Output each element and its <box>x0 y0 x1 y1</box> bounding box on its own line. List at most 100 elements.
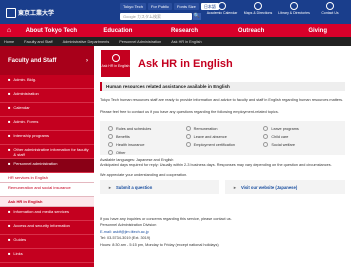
nav-giving[interactable]: Giving <box>284 28 351 34</box>
arrow-icon: ► <box>108 184 112 190</box>
contact-line: Hours: 8:30 am - 5:15 pm, Monday to Frid… <box>100 242 219 247</box>
bullet-icon <box>108 126 113 131</box>
shortcut-calendar[interactable]: Academic Calendar <box>204 2 240 22</box>
topic-item: Other <box>108 150 182 155</box>
utility-tokyo-tech[interactable]: Tokyo Tech <box>120 3 146 10</box>
person-icon <box>111 54 120 62</box>
nav-education[interactable]: Education <box>85 28 152 34</box>
bullet-icon <box>108 134 113 139</box>
topic-label: Social welfare <box>271 142 295 147</box>
topic-label: Remuneration <box>193 126 218 131</box>
section-heading: Human resources related assistance avail… <box>100 82 345 91</box>
map-icon <box>254 2 262 10</box>
breadcrumb-faculty[interactable]: Faculty and Staff <box>24 40 52 44</box>
topic-label: Other <box>116 150 126 155</box>
page: 東京工業大学 Tokyo Tech For Public Fonts Size … <box>0 0 351 267</box>
sidebar-item[interactable]: ■ Access and security information <box>0 221 94 235</box>
search-input[interactable]: Google カスタム検索 <box>120 13 192 20</box>
note-text: Anticipated days required for reply: Usu… <box>100 163 332 167</box>
topic-label: Leave programs <box>271 126 299 131</box>
sidebar-item[interactable]: ■ Other administrative information for fa… <box>0 145 94 159</box>
sidebar-item[interactable]: ■ Administration <box>0 89 94 103</box>
shortcut-maps[interactable]: Maps & Directions <box>240 2 276 22</box>
bullet-icon: ■ <box>8 91 11 96</box>
sidebar-item[interactable]: ■ Admin. Bldg. <box>0 75 94 89</box>
utility-for-public[interactable]: For Public <box>147 3 172 10</box>
topic-item: Remuneration <box>185 126 260 131</box>
topic-item: Leave programs <box>263 126 337 131</box>
sidebar-item[interactable]: ■ Guides <box>0 235 94 249</box>
sidebar: Faculty and Staff › ■ Admin. Bldg. ■ Admin… <box>0 46 94 267</box>
sidebar-item-label: Personnel administration <box>13 161 58 166</box>
nav-about[interactable]: About Tokyo Tech <box>18 28 85 34</box>
bullet-icon: ■ <box>8 237 11 242</box>
sidebar-subitem[interactable]: Remuneration and social insurance <box>0 183 94 197</box>
sidebar-item-label: Calendar <box>13 105 30 110</box>
sidebar-item[interactable]: ■ Admin. Forms <box>0 117 94 131</box>
sidebar-item[interactable]: ■ Calendar <box>0 103 94 117</box>
topic-item: Rules and schedules <box>108 126 182 131</box>
bullet-icon: ■ <box>8 209 11 214</box>
book-icon <box>290 2 298 10</box>
main-nav: ⌂ About Tokyo Tech Education Research Ou… <box>0 24 351 37</box>
topic-item: Benefits <box>108 134 182 139</box>
sidebar-title[interactable]: Faculty and Staff › <box>0 46 94 75</box>
breadcrumb-home[interactable]: Home <box>4 40 14 44</box>
shortcut-library[interactable]: Library & Directories <box>276 2 312 22</box>
shortcut-label: Contact Us <box>321 11 339 15</box>
visit-website-button[interactable]: ► Visit our website (Japanese) <box>225 180 345 194</box>
home-icon[interactable]: ⌂ <box>0 24 18 37</box>
sidebar-subitem-current[interactable]: Ask HR in English <box>0 197 94 207</box>
shortcut-label: Library & Directories <box>278 11 310 15</box>
nav-research[interactable]: Research <box>151 28 218 34</box>
main-content: Ask HR in English Ask HR in English Huma… <box>94 46 351 267</box>
sidebar-item-label: Access and security information <box>13 223 70 228</box>
shortcut-contact[interactable]: Contact Us <box>312 2 348 22</box>
topic-item: Social welfare <box>263 142 337 147</box>
sidebar-item[interactable]: ■ Information and media services <box>0 207 94 221</box>
bullet-icon <box>263 142 269 147</box>
topic-label: Child care <box>271 134 289 139</box>
topic-label: Health insurance <box>116 142 145 147</box>
action-label: Visit our website (Japanese) <box>240 184 298 190</box>
contact-block: If you have any inquiries or concerns re… <box>100 216 345 248</box>
submit-question-button[interactable]: ► Submit a question <box>100 180 219 194</box>
arrow-icon: ► <box>233 184 237 190</box>
topic-label: Rules and schedules <box>116 126 152 131</box>
sidebar-item-label: Information and media services <box>13 209 70 214</box>
nav-outreach[interactable]: Outreach <box>218 28 285 34</box>
sidebar-item-label: Admin. Forms <box>13 119 39 124</box>
breadcrumb-admin[interactable]: Administrative Departments <box>63 40 110 44</box>
breadcrumb-personnel[interactable]: Personnel Administration <box>119 40 161 44</box>
hr-badge: Ask HR in English <box>101 50 130 77</box>
bullet-icon: ■ <box>8 161 11 166</box>
sidebar-item[interactable]: ■ Links <box>0 249 94 263</box>
site-logo[interactable]: 東京工業大学 <box>6 6 84 19</box>
bullet-icon <box>263 126 269 131</box>
sidebar-submenu: HR services in English Remuneration and … <box>0 173 94 207</box>
logo-mark-icon <box>6 7 16 18</box>
sidebar-item-label: Guides <box>13 237 27 242</box>
bullet-icon <box>185 142 191 147</box>
sidebar-title-text: Faculty and Staff <box>8 57 57 64</box>
bullet-icon: ■ <box>8 251 11 256</box>
bullet-icon <box>108 142 113 147</box>
topic-label: Employment certification <box>193 142 236 147</box>
intro-paragraph: Tokyo Tech human resources staff are rea… <box>100 98 344 102</box>
intro-paragraph: Please feel free to contact us if you ha… <box>100 110 279 114</box>
bullet-icon: ■ <box>8 133 11 138</box>
bullet-icon: ■ <box>8 147 11 152</box>
topic-item: Employment certification <box>185 142 260 147</box>
topics-box: Rules and schedules Remuneration Leave p… <box>100 121 345 155</box>
sidebar-item-active-group[interactable]: ■ Personnel administration <box>0 159 94 173</box>
sidebar-subitem[interactable]: HR services in English <box>0 173 94 183</box>
action-label: Submit a question <box>115 184 153 190</box>
search-button[interactable]: 🔍 <box>193 13 201 20</box>
mail-icon <box>326 2 334 10</box>
sidebar-item[interactable]: ■ Internship programs <box>0 131 94 145</box>
utility-font-size[interactable]: Fonts Size <box>173 3 199 10</box>
bullet-icon <box>108 150 113 155</box>
topic-label: Leave and absence <box>193 134 227 139</box>
hr-badge-label: Ask HR in English <box>101 64 130 68</box>
shortcut-label: Maps & Directions <box>243 11 273 15</box>
